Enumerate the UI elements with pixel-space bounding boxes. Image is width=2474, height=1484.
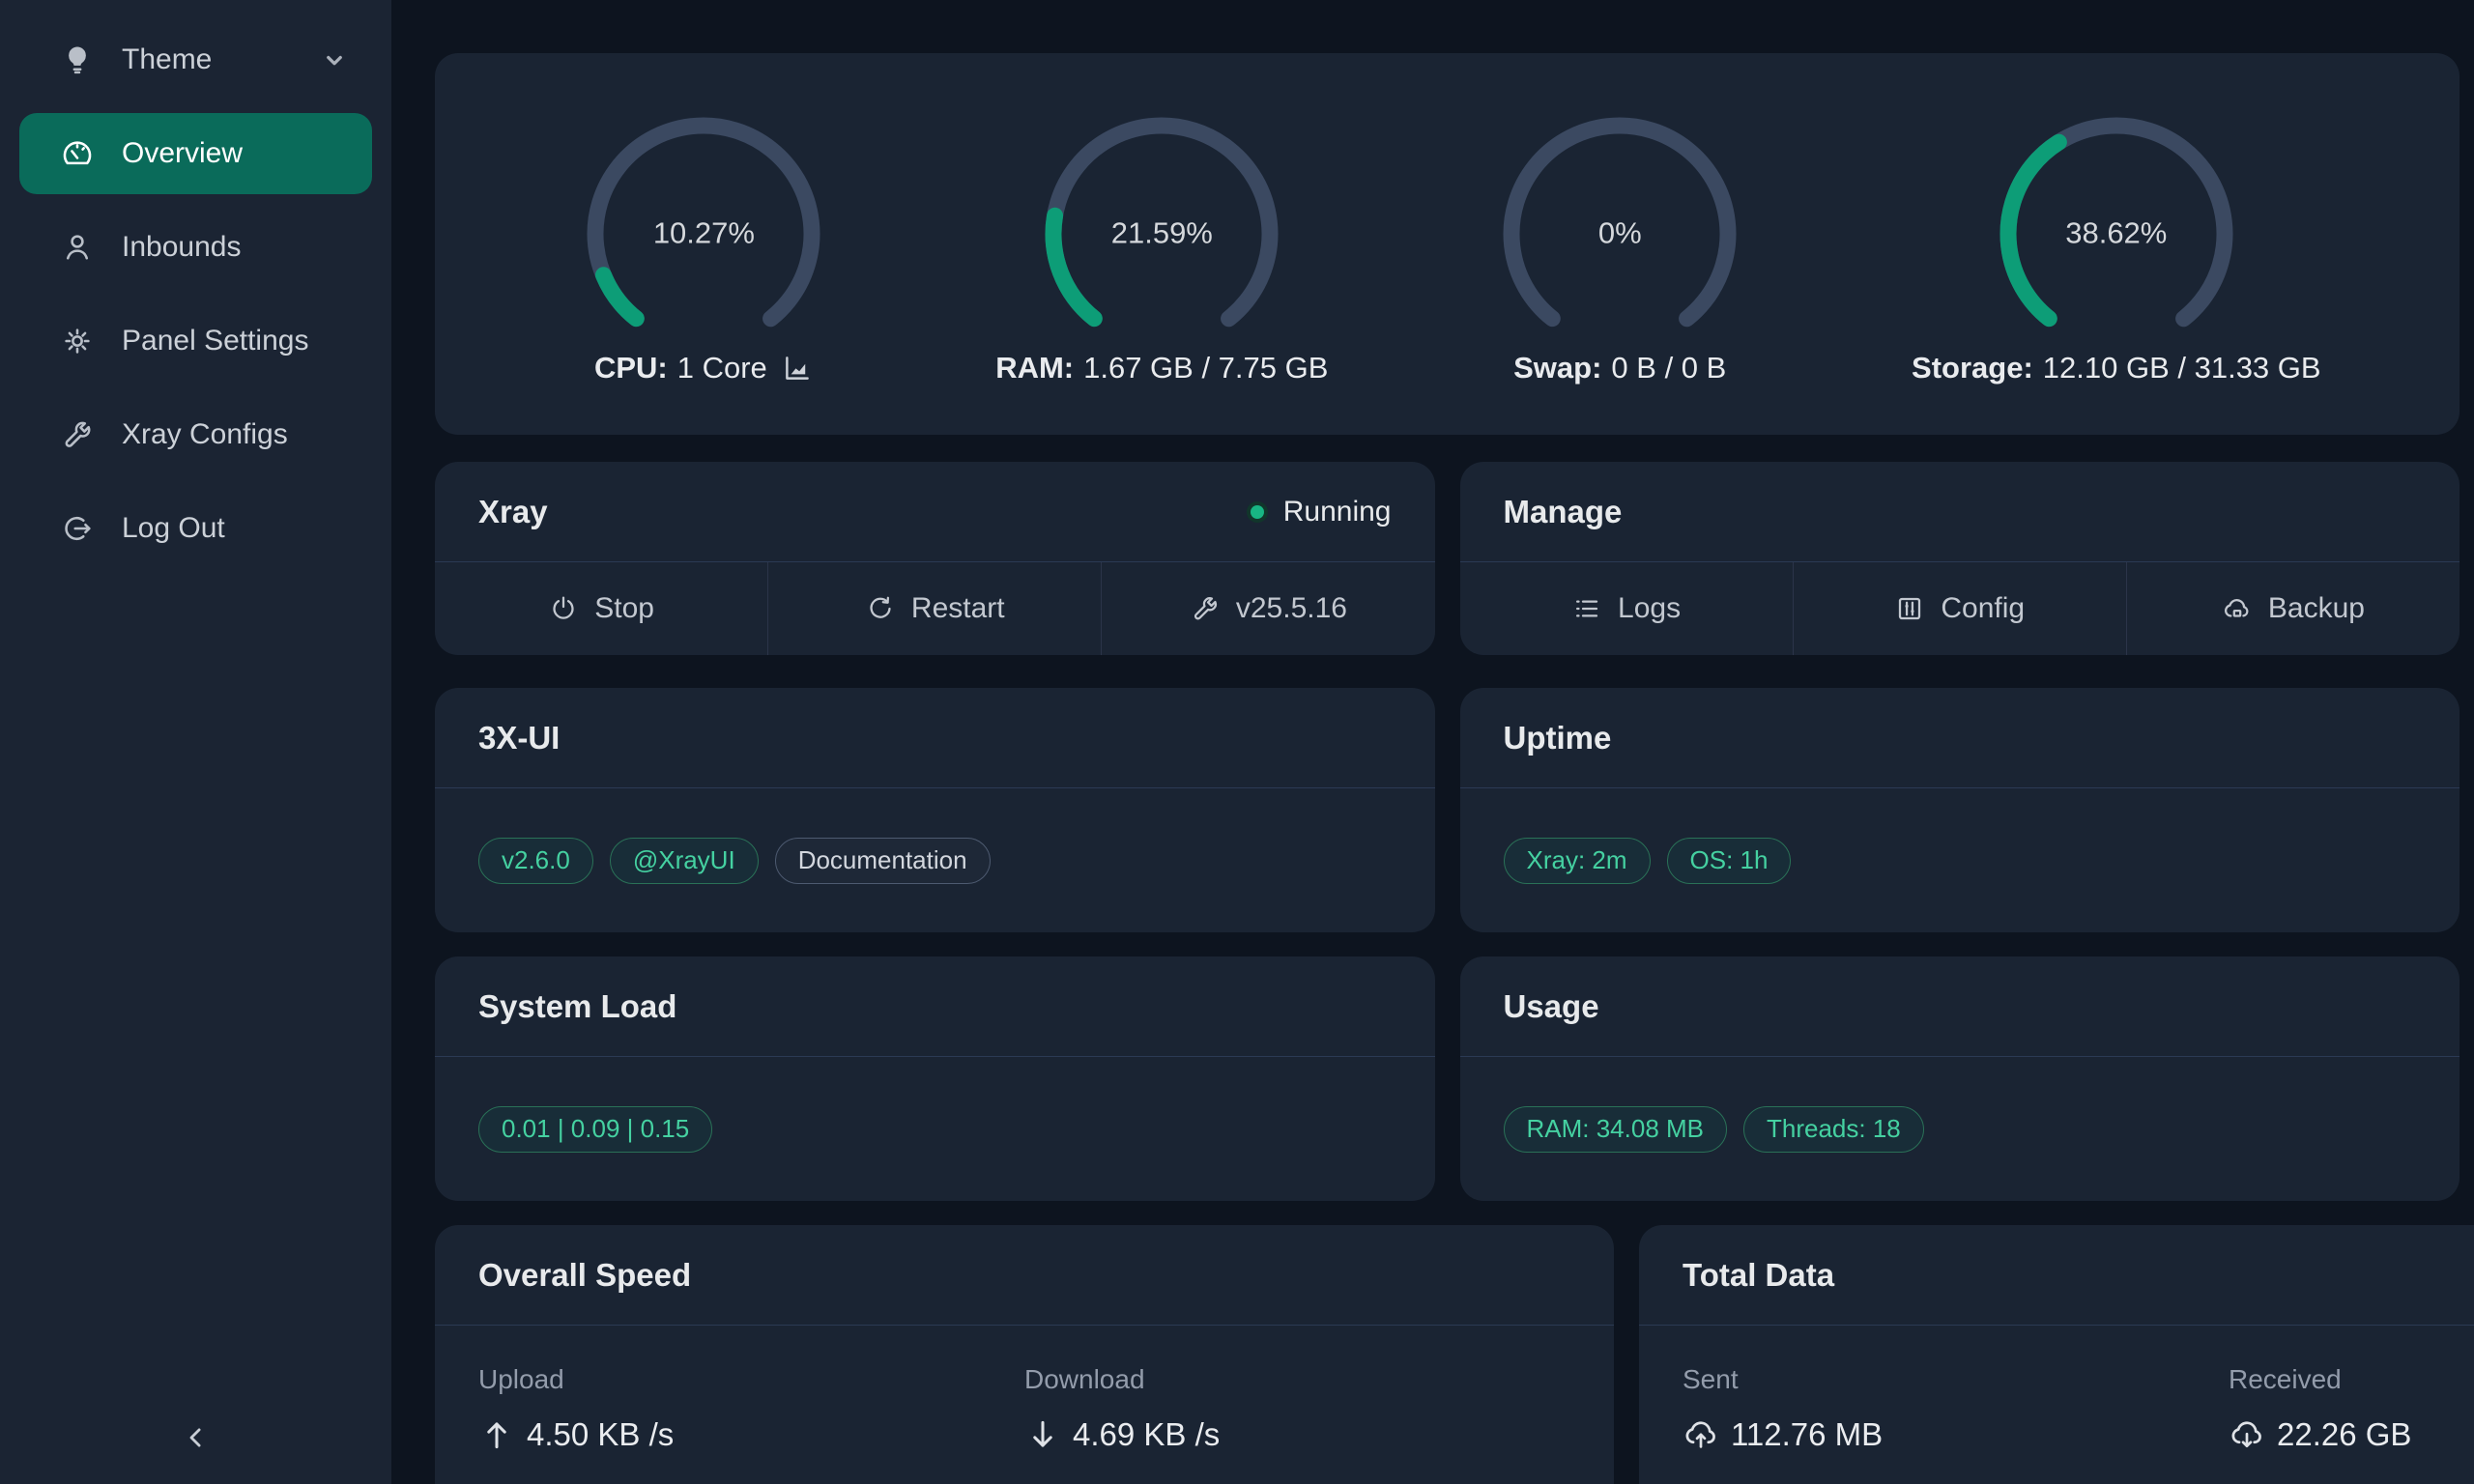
sent-label: Sent [1683, 1364, 2229, 1395]
sidebar-item-overview[interactable]: Overview [19, 113, 372, 194]
sidebar-item-xray-configs[interactable]: Xray Configs [19, 394, 372, 475]
load-average-tag: 0.01 | 0.09 | 0.15 [478, 1106, 712, 1153]
running-status-dot [1247, 501, 1268, 523]
threads-tag: Threads: 18 [1743, 1106, 1924, 1153]
cloud-upload-icon [1683, 1416, 1719, 1453]
storage-percent: 38.62% [1986, 215, 2247, 250]
arrow-down-icon [1024, 1416, 1061, 1453]
dashboard-icon [60, 136, 95, 171]
chevron-left-icon [182, 1423, 211, 1452]
xray-stop-button[interactable]: Stop [435, 562, 767, 655]
sidebar-item-theme[interactable]: Theme [19, 19, 372, 100]
config-button[interactable]: Config [1793, 562, 2126, 655]
sidebar-item-label: Inbounds [122, 231, 241, 264]
gauge-ram: 21.59% RAM: 1.67 GB / 7.75 GB [995, 103, 1328, 385]
total-data-card: Total Data Sent 112.76 MB Received [1639, 1225, 2474, 1484]
storage-gauge-dial: 38.62% [1986, 103, 2247, 364]
version-tag[interactable]: v2.6.0 [478, 838, 593, 884]
xui-card-title: 3X-UI [478, 720, 560, 756]
received-value: 22.26 GB [2277, 1416, 2411, 1453]
gauge-swap: 0% Swap: 0 B / 0 B [1489, 103, 1750, 385]
sent-value: 112.76 MB [1731, 1416, 1883, 1453]
manage-card-title: Manage [1504, 494, 1623, 530]
arrow-up-icon [478, 1416, 515, 1453]
sidebar-item-label: Theme [122, 43, 212, 76]
logout-icon [60, 511, 95, 546]
sidebar-item-log-out[interactable]: Log Out [19, 488, 372, 569]
power-icon [548, 593, 579, 624]
ram-percent: 21.59% [1031, 215, 1292, 250]
system-load-card: System Load 0.01 | 0.09 | 0.15 [435, 956, 1435, 1201]
upload-stat: Upload 4.50 KB /s [478, 1364, 1024, 1484]
sidebar-item-label: Log Out [122, 512, 225, 545]
xray-status-text: Running [1283, 496, 1392, 528]
overall-speed-card: Overall Speed Upload 4.50 KB /s Download [435, 1225, 1614, 1484]
cloud-backup-icon [2222, 593, 2253, 624]
backup-button[interactable]: Backup [2126, 562, 2460, 655]
sent-stat: Sent 112.76 MB [1683, 1364, 2229, 1484]
main-content: 10.27% CPU: 1 Core 21.59% RAM: 1.67 GB [391, 0, 2474, 1484]
logs-button[interactable]: Logs [1460, 562, 1793, 655]
cloud-download-icon [2229, 1416, 2265, 1453]
upload-value: 4.50 KB /s [527, 1416, 674, 1453]
download-value: 4.69 KB /s [1073, 1416, 1220, 1453]
chevron-down-icon [320, 45, 349, 74]
manage-card: Manage Logs Config [1460, 462, 2460, 655]
uptime-card: Uptime Xray: 2m OS: 1h [1460, 688, 2460, 932]
xray-card: Xray Running Stop Restart [435, 462, 1435, 655]
sidebar-item-panel-settings[interactable]: Panel Settings [19, 300, 372, 382]
xray-uptime-tag: Xray: 2m [1504, 838, 1651, 884]
xray-status-badge: Running [1247, 496, 1392, 528]
sliders-icon [1894, 593, 1925, 624]
download-stat: Download 4.69 KB /s [1024, 1364, 1570, 1484]
sidebar-collapse-button[interactable] [167, 1409, 225, 1467]
xray-version-button[interactable]: v25.5.16 [1101, 562, 1434, 655]
usage-card: Usage RAM: 34.08 MB Threads: 18 [1460, 956, 2460, 1201]
uptime-card-title: Uptime [1504, 720, 1612, 756]
total-data-card-title: Total Data [1683, 1257, 1834, 1294]
sidebar-item-inbounds[interactable]: Inbounds [19, 207, 372, 288]
xray-restart-button[interactable]: Restart [767, 562, 1101, 655]
download-label: Download [1024, 1364, 1570, 1395]
xrayui-link-tag[interactable]: @XrayUI [610, 838, 759, 884]
lightbulb-icon [60, 43, 95, 77]
usage-card-title: Usage [1504, 988, 1599, 1025]
swap-percent: 0% [1489, 215, 1750, 250]
wrench-icon [1190, 593, 1221, 624]
swap-gauge-dial: 0% [1489, 103, 1750, 364]
documentation-link-tag[interactable]: Documentation [775, 838, 991, 884]
sidebar: Theme Overview Inbounds Panel Settings X… [0, 0, 391, 1484]
upload-label: Upload [478, 1364, 1024, 1395]
user-icon [60, 230, 95, 265]
xray-card-title: Xray [478, 494, 548, 530]
received-label: Received [2229, 1364, 2474, 1395]
os-uptime-tag: OS: 1h [1667, 838, 1792, 884]
cpu-gauge-dial: 10.27% [573, 103, 834, 364]
sidebar-item-label: Xray Configs [122, 418, 288, 451]
sidebar-item-label: Panel Settings [122, 325, 308, 357]
ram-usage-tag: RAM: 34.08 MB [1504, 1106, 1728, 1153]
gauge-cpu: 10.27% CPU: 1 Core [573, 103, 834, 385]
list-icon [1571, 593, 1602, 624]
sidebar-item-label: Overview [122, 137, 243, 170]
cpu-percent: 10.27% [573, 215, 834, 250]
system-load-card-title: System Load [478, 988, 676, 1025]
xui-card: 3X-UI v2.6.0 @XrayUI Documentation [435, 688, 1435, 932]
gear-icon [60, 324, 95, 358]
wrench-icon [60, 417, 95, 452]
received-stat: Received 22.26 GB [2229, 1364, 2474, 1484]
system-stats-card: 10.27% CPU: 1 Core 21.59% RAM: 1.67 GB [435, 53, 2460, 435]
gauge-storage: 38.62% Storage: 12.10 GB / 31.33 GB [1912, 103, 2321, 385]
overall-speed-card-title: Overall Speed [478, 1257, 691, 1294]
ram-gauge-dial: 21.59% [1031, 103, 1292, 364]
restart-icon [865, 593, 896, 624]
